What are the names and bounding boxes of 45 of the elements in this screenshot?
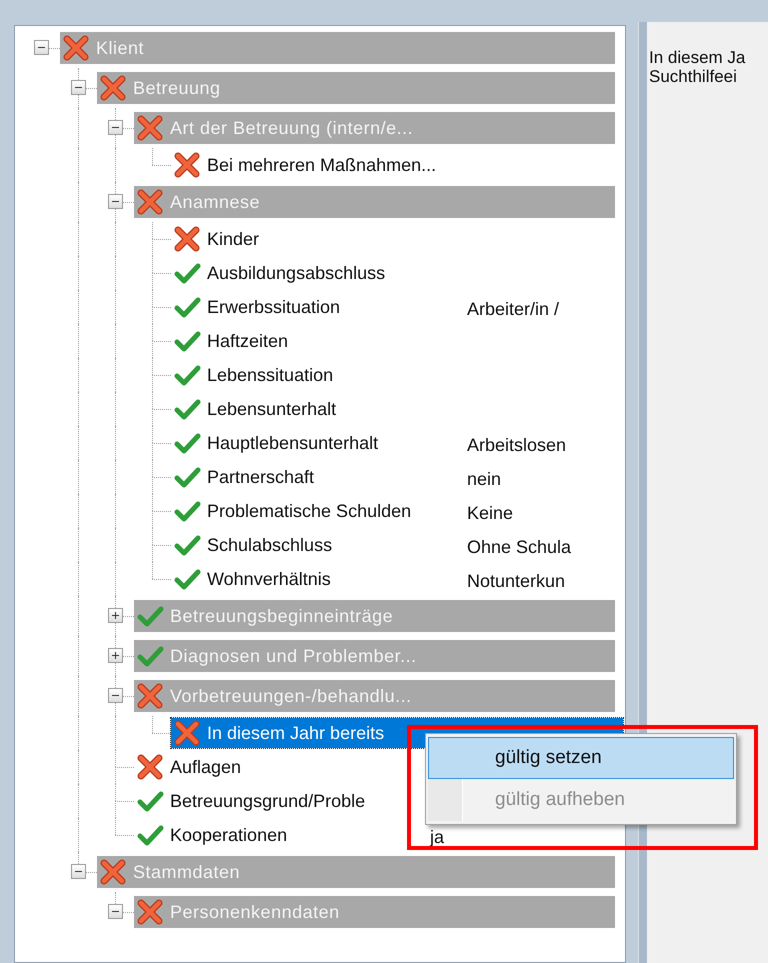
tree-item[interactable]: Lebenssituation	[171, 360, 467, 390]
field-value: Arbeiter/in /	[467, 298, 560, 320]
field-value: Keine	[467, 502, 514, 524]
expander-icon[interactable]	[108, 904, 123, 919]
field-value: Arbeitslosen	[467, 434, 566, 456]
field-value: Notunterkun	[467, 570, 566, 592]
expander-icon[interactable]	[71, 864, 86, 879]
cross-icon	[99, 858, 127, 886]
cross-icon	[99, 74, 127, 102]
tree-item[interactable]: Wohnverhältnis	[171, 564, 467, 594]
cross-icon	[136, 188, 164, 216]
detail-text: In diesem Ja	[649, 48, 746, 67]
expander-icon[interactable]	[108, 120, 123, 135]
tree-item[interactable]: Partnerschaft	[171, 462, 467, 492]
field-value: ja	[430, 826, 444, 848]
expander-icon[interactable]	[108, 194, 123, 209]
expander-icon[interactable]	[34, 40, 49, 55]
cross-icon	[173, 151, 201, 179]
cross-icon	[136, 114, 164, 142]
expander-icon[interactable]	[108, 648, 123, 663]
field-value: Ohne Schula	[467, 536, 572, 558]
tree-item[interactable]: Kinder	[171, 224, 467, 254]
tree-item[interactable]: Erwerbssituation	[171, 292, 467, 322]
cross-icon	[136, 753, 164, 781]
tree-item[interactable]: Betreuungsgrund/Proble	[134, 786, 430, 816]
menu-item[interactable]: gültig setzen	[428, 737, 734, 779]
tree-item[interactable]: Kooperationen	[134, 820, 430, 850]
tree-item[interactable]: Ausbildungsabschluss	[171, 258, 467, 288]
expander-icon[interactable]	[108, 688, 123, 703]
tree-item[interactable]: Schulabschluss	[171, 530, 467, 560]
tree-item[interactable]: Auflagen	[134, 752, 430, 782]
tree-item[interactable]: Problematische Schulden	[171, 496, 467, 526]
tree-item[interactable]: Haftzeiten	[171, 326, 467, 356]
cross-icon	[136, 898, 164, 926]
expander-icon[interactable]	[108, 608, 123, 623]
tree-item[interactable]: Bei mehreren Maßnahmen...	[171, 150, 467, 180]
expander-icon[interactable]	[71, 80, 86, 95]
tree-item[interactable]: Lebensunterhalt	[171, 394, 467, 424]
tree-item[interactable]: Hauptlebensunterhalt	[171, 428, 467, 458]
field-value: nein	[467, 468, 502, 490]
detail-text: Suchthilfeei	[649, 67, 738, 86]
cross-icon	[173, 225, 201, 253]
cross-icon	[62, 34, 90, 62]
cross-icon	[173, 719, 201, 747]
cross-icon	[136, 682, 164, 710]
